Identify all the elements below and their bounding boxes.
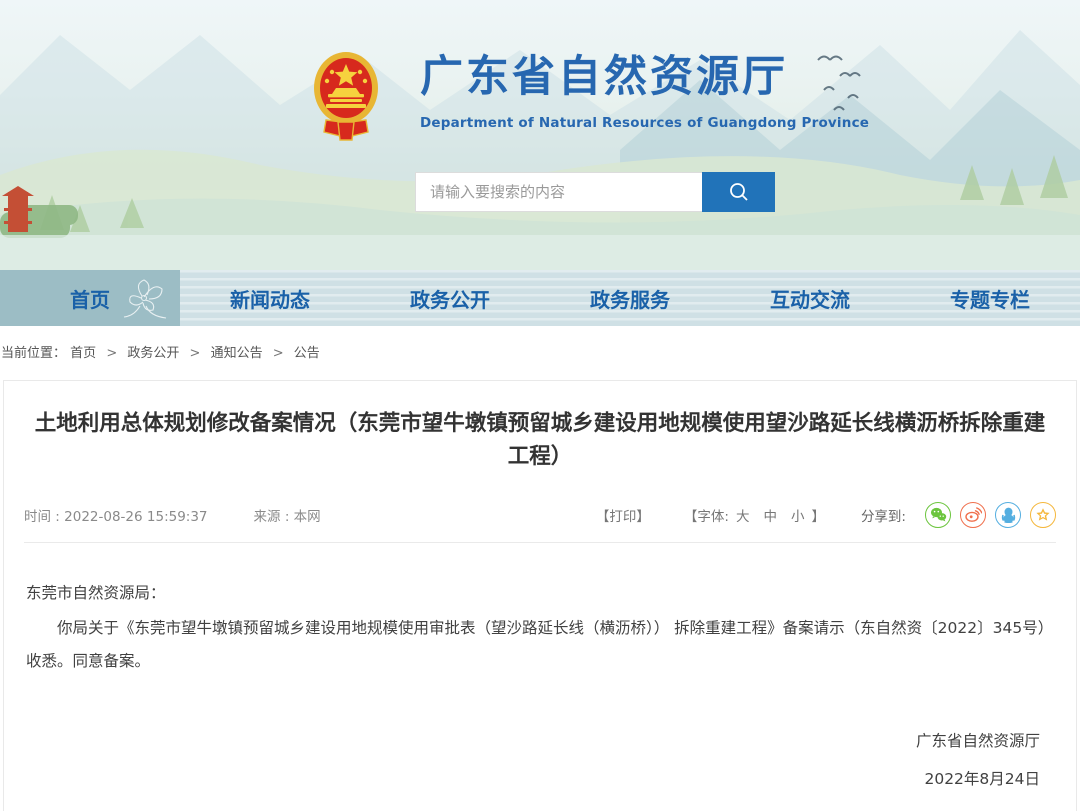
print-button[interactable]: 【打印】 xyxy=(596,505,650,525)
nav-item-label: 新闻动态 xyxy=(230,284,310,313)
breadcrumb-link-home[interactable]: 首页 xyxy=(70,346,96,361)
font-size-medium-button[interactable]: 中 xyxy=(763,505,777,525)
qq-icon xyxy=(1001,507,1016,523)
article-meta-right: 【打印】 【字体: 大 中 小 】 分享到: xyxy=(596,502,1056,528)
breadcrumb: 当前位置： 首页 > 政务公开 > 通知公告 > 公告 xyxy=(0,326,1080,361)
search-button[interactable] xyxy=(702,172,775,212)
article-body: 东莞市自然资源局： 你局关于《东莞市望牛墩镇预留城乡建设用地规模使用审批表（望沙… xyxy=(26,577,1054,679)
font-size-small-button[interactable]: 小 xyxy=(791,505,805,525)
breadcrumb-strip: 当前位置： 首页 > 政务公开 > 通知公告 > 公告 xyxy=(0,326,1080,380)
site-title-block: 广东省自然资源厅 Department of Natural Resources… xyxy=(420,50,869,131)
search-input[interactable] xyxy=(415,172,702,212)
article-paragraph: 你局关于《东莞市望牛墩镇预留城乡建设用地规模使用审批表（望沙路延长线（横沥桥））… xyxy=(26,612,1054,679)
share-label: 分享到: xyxy=(861,505,906,525)
breadcrumb-separator: > xyxy=(106,346,117,361)
site-title: 广东省自然资源厅 xyxy=(420,54,869,101)
breadcrumb-link-announcement[interactable]: 公告 xyxy=(294,346,320,361)
source-value: 本网 xyxy=(294,509,321,525)
nav-item-label: 互动交流 xyxy=(770,284,850,313)
star-icon xyxy=(1035,507,1051,523)
breadcrumb-link-notices[interactable]: 通知公告 xyxy=(211,346,263,361)
nav-item-label: 政务公开 xyxy=(410,284,490,313)
nav-item-special[interactable]: 专题专栏 xyxy=(900,270,1080,326)
breadcrumb-separator: > xyxy=(190,346,201,361)
site-subtitle: Department of Natural Resources of Guang… xyxy=(420,115,869,131)
breadcrumb-separator: > xyxy=(273,346,284,361)
article-meta-left: 时间 : 2022-08-26 15:59:37 来源 : 本网 xyxy=(24,505,321,525)
time-label: 时间 : xyxy=(24,509,60,525)
font-size-controls: 【字体: 大 中 小 】 xyxy=(684,505,825,525)
font-size-suffix: 】 xyxy=(811,505,825,525)
article-signature: 广东省自然资源厅 xyxy=(4,723,1040,761)
search-icon xyxy=(728,181,750,203)
weibo-icon xyxy=(965,507,982,522)
site-banner: 广东省自然资源厅 Department of Natural Resources… xyxy=(0,0,1080,270)
nav-item-label: 政务服务 xyxy=(590,284,670,313)
source-label: 来源 : xyxy=(254,509,290,525)
article-source: 来源 : 本网 xyxy=(254,505,321,525)
national-emblem-icon xyxy=(312,50,380,142)
nav-item-label: 首页 xyxy=(70,284,110,313)
nav-item-home[interactable]: 首页 xyxy=(0,270,180,326)
wechat-icon xyxy=(930,507,947,522)
article-signature-block: 广东省自然资源厅 2022年8月24日 xyxy=(4,723,1040,799)
share-qzone-button[interactable] xyxy=(1030,502,1056,528)
article-salutation: 东莞市自然资源局： xyxy=(26,577,1054,610)
article-meta-row: 时间 : 2022-08-26 15:59:37 来源 : 本网 【打印】 【字… xyxy=(24,502,1056,528)
main-nav: 首页 新闻动态 政务公开 政务服务 互动交流 专题专栏 xyxy=(0,270,1080,326)
article-title: 土地利用总体规划修改备案情况（东莞市望牛墩镇预留城乡建设用地规模使用望沙路延长线… xyxy=(34,407,1046,474)
article-card: 土地利用总体规划修改备案情况（东莞市望牛墩镇预留城乡建设用地规模使用望沙路延长线… xyxy=(3,380,1077,811)
breadcrumb-prefix: 当前位置： xyxy=(1,346,66,361)
share-wechat-button[interactable] xyxy=(925,502,951,528)
article-time: 时间 : 2022-08-26 15:59:37 xyxy=(24,505,208,525)
font-size-large-button[interactable]: 大 xyxy=(736,505,750,525)
nav-item-gov-service[interactable]: 政务服务 xyxy=(540,270,720,326)
meta-divider xyxy=(24,542,1056,543)
nav-item-label: 专题专栏 xyxy=(950,284,1030,313)
site-logo-group[interactable]: 广东省自然资源厅 Department of Natural Resources… xyxy=(312,50,869,142)
nav-item-gov-open[interactable]: 政务公开 xyxy=(360,270,540,326)
font-size-prefix: 【字体: xyxy=(684,505,729,525)
article-date: 2022年8月24日 xyxy=(4,761,1040,799)
flower-decoration-icon xyxy=(120,276,172,322)
page: 广东省自然资源厅 Department of Natural Resources… xyxy=(0,0,1080,811)
nav-item-interaction[interactable]: 互动交流 xyxy=(720,270,900,326)
share-weibo-button[interactable] xyxy=(960,502,986,528)
site-search xyxy=(415,172,775,212)
breadcrumb-link-gov-open[interactable]: 政务公开 xyxy=(127,346,179,361)
share-qq-button[interactable] xyxy=(995,502,1021,528)
time-value: 2022-08-26 15:59:37 xyxy=(64,509,207,525)
nav-item-news[interactable]: 新闻动态 xyxy=(180,270,360,326)
